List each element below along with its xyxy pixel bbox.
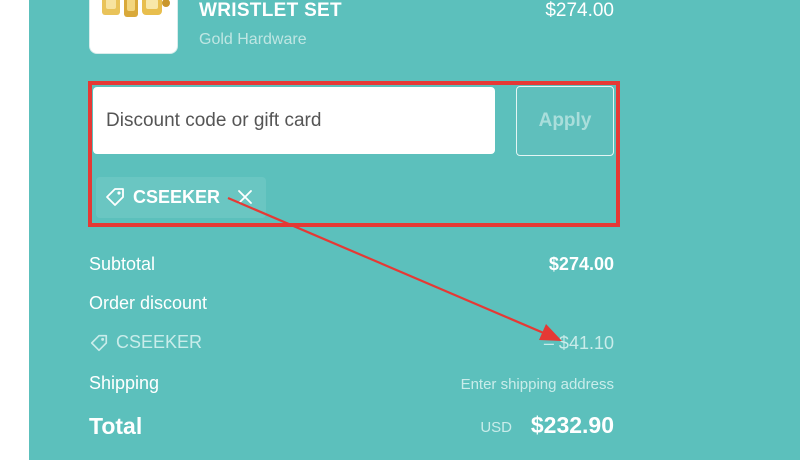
total-currency: USD [480,419,512,436]
product-image [102,0,170,17]
discount-code-label: CSEEKER [116,332,203,352]
order-discount-label: Order discount [89,293,208,313]
total-label: Total [89,413,143,439]
product-name: WRISTLET SET [199,0,342,21]
annotation-highlight-box [88,81,620,227]
shipping-value: Enter shipping address [460,376,614,393]
subtotal-value: $274.00 [548,254,614,274]
product-variant: Gold Hardware [199,31,307,48]
product-thumbnail [89,0,178,54]
total-value: $232.90 [530,412,614,438]
discount-amount: – $41.10 [543,333,614,353]
shipping-label: Shipping [89,373,160,393]
product-price: $274.00 [545,0,614,21]
tag-icon [90,334,108,352]
subtotal-label: Subtotal [89,254,156,274]
